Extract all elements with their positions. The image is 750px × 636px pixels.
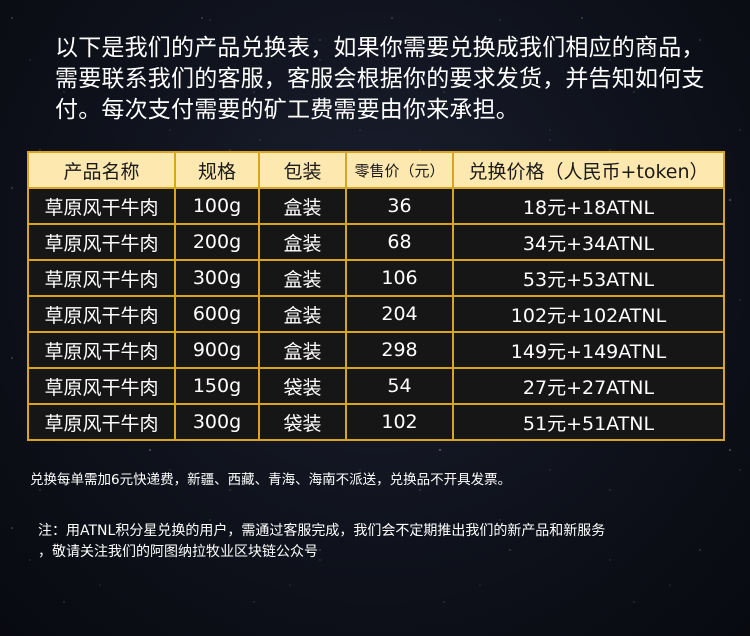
- cell-retail-price: 298: [345, 331, 454, 369]
- table-header-row: 产品名称 规格 包装 零售价（元） 兑换价格（人民币+token）: [27, 151, 725, 189]
- header-retail-price: 零售价（元）: [345, 151, 454, 189]
- table-row: 草原风干牛肉 600g 盒装 204 102元+102ATNL: [27, 295, 725, 333]
- intro-paragraph: 以下是我们的产品兑换表，如果你需要兑换成我们相应的商品，需要联系我们的客服，客服…: [55, 35, 705, 123]
- product-exchange-table: 产品名称 规格 包装 零售价（元） 兑换价格（人民币+token） 草原风干牛肉…: [27, 151, 725, 441]
- header-packaging: 包装: [258, 151, 347, 189]
- cell-spec: 150g: [174, 367, 260, 405]
- cell-packaging: 盒装: [258, 259, 347, 297]
- cell-spec: 900g: [174, 331, 260, 369]
- table-row: 草原风干牛肉 300g 袋装 102 51元+51ATNL: [27, 403, 725, 441]
- cell-retail-price: 106: [345, 259, 454, 297]
- cell-packaging: 盒装: [258, 187, 347, 225]
- cell-retail-price: 36: [345, 187, 454, 225]
- table-row: 草原风干牛肉 900g 盒装 298 149元+149ATNL: [27, 331, 725, 369]
- cell-exchange-price: 51元+51ATNL: [452, 403, 725, 441]
- cell-product-name: 草原风干牛肉: [27, 367, 176, 405]
- cell-spec: 300g: [174, 403, 260, 441]
- cell-product-name: 草原风干牛肉: [27, 259, 176, 297]
- product-exchange-table-container: 产品名称 规格 包装 零售价（元） 兑换价格（人民币+token） 草原风干牛肉…: [27, 151, 725, 441]
- table-row: 草原风干牛肉 100g 盒装 36 18元+18ATNL: [27, 187, 725, 225]
- cell-spec: 300g: [174, 259, 260, 297]
- cell-spec: 600g: [174, 295, 260, 333]
- cell-retail-price: 68: [345, 223, 454, 261]
- header-spec: 规格: [174, 151, 260, 189]
- cell-exchange-price: 18元+18ATNL: [452, 187, 725, 225]
- cell-product-name: 草原风干牛肉: [27, 403, 176, 441]
- shipping-note: 兑换每单需加6元快递费，新疆、西藏、青海、海南不派送，兑换品不开具发票。: [30, 472, 512, 488]
- footnote-line-2: ，敬请关注我们的阿图纳拉牧业区块链公众号: [38, 544, 318, 560]
- cell-product-name: 草原风干牛肉: [27, 223, 176, 261]
- cell-packaging: 盒装: [258, 331, 347, 369]
- cell-exchange-price: 53元+53ATNL: [452, 259, 725, 297]
- cell-packaging: 盒装: [258, 295, 347, 333]
- cell-spec: 200g: [174, 223, 260, 261]
- cell-product-name: 草原风干牛肉: [27, 187, 176, 225]
- cell-product-name: 草原风干牛肉: [27, 295, 176, 333]
- cell-product-name: 草原风干牛肉: [27, 331, 176, 369]
- header-product-name: 产品名称: [27, 151, 176, 189]
- header-exchange-price: 兑换价格（人民币+token）: [452, 151, 725, 189]
- cell-packaging: 袋装: [258, 367, 347, 405]
- cell-retail-price: 54: [345, 367, 454, 405]
- cell-retail-price: 102: [345, 403, 454, 441]
- footnote-line-1: 注：用ATNL积分星兑换的用户，需通过客服完成，我们会不定期推出我们的新产品和新…: [38, 523, 606, 539]
- cell-spec: 100g: [174, 187, 260, 225]
- table-row: 草原风干牛肉 150g 袋装 54 27元+27ATNL: [27, 367, 725, 405]
- footnote: 注：用ATNL积分星兑换的用户，需通过客服完成，我们会不定期推出我们的新产品和新…: [38, 521, 728, 563]
- cell-packaging: 盒装: [258, 223, 347, 261]
- cell-exchange-price: 149元+149ATNL: [452, 331, 725, 369]
- table-row: 草原风干牛肉 200g 盒装 68 34元+34ATNL: [27, 223, 725, 261]
- cell-exchange-price: 102元+102ATNL: [452, 295, 725, 333]
- cell-packaging: 袋装: [258, 403, 347, 441]
- cell-exchange-price: 34元+34ATNL: [452, 223, 725, 261]
- table-row: 草原风干牛肉 300g 盒装 106 53元+53ATNL: [27, 259, 725, 297]
- cell-exchange-price: 27元+27ATNL: [452, 367, 725, 405]
- cell-retail-price: 204: [345, 295, 454, 333]
